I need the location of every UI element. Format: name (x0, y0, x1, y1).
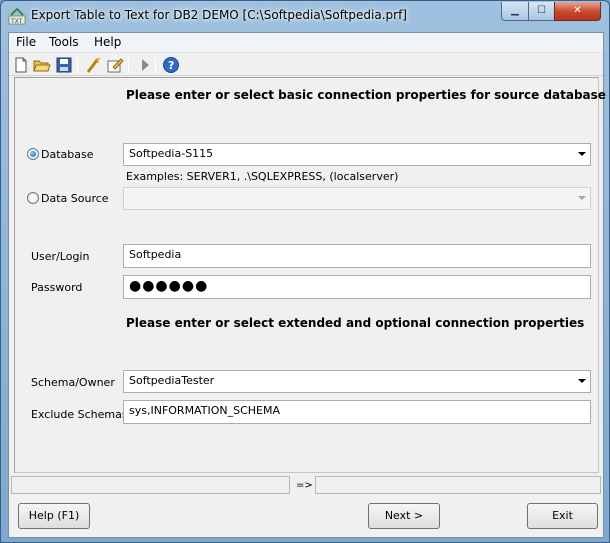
connection-panel: Please enter or select basic connection … (14, 77, 606, 473)
password-value: ●●●●●● (129, 278, 209, 294)
exclude-schemas-label: Exclude Schemas (31, 408, 128, 421)
new-file-icon[interactable] (12, 56, 30, 74)
extended-properties-heading: Please enter or select extended and opti… (126, 316, 585, 330)
datasource-label: Data Source (41, 192, 109, 205)
svg-text:TXT: TXT (10, 18, 23, 25)
chevron-down-icon[interactable] (578, 196, 586, 200)
toolbar-separator (155, 57, 156, 73)
database-combo[interactable]: Softpedia-S115 (123, 143, 591, 166)
exclude-schemas-value: sys,INFORMATION_SCHEMA (129, 404, 280, 417)
exclude-schemas-input[interactable]: sys,INFORMATION_SCHEMA (123, 400, 591, 424)
password-label: Password (31, 281, 83, 294)
minimize-button[interactable]: ▁ (501, 2, 529, 21)
close-button[interactable]: ✕ (554, 2, 601, 21)
user-input[interactable]: Softpedia (123, 244, 591, 268)
examples-hint: Examples: SERVER1, .\SQLEXPRESS, (locals… (126, 170, 399, 183)
minimize-icon: ▁ (511, 5, 519, 16)
close-icon: ✕ (573, 5, 582, 16)
open-folder-icon[interactable] (33, 56, 51, 74)
run-icon[interactable] (136, 56, 154, 74)
app-icon: TXT (8, 7, 26, 25)
toolbar-separator (77, 57, 78, 73)
wizard-icon[interactable] (84, 56, 102, 74)
database-value: Softpedia-S115 (129, 147, 214, 160)
schema-label: Schema/Owner (31, 376, 115, 389)
menu-file[interactable]: File (13, 35, 39, 49)
client-area: File Tools Help ? Please enter or select… (8, 32, 606, 538)
menu-help[interactable]: Help (91, 35, 124, 49)
datasource-radio[interactable] (27, 192, 39, 204)
next-button[interactable]: Next > (368, 503, 440, 529)
maximize-icon: ☐ (537, 5, 546, 16)
help-icon[interactable]: ? (162, 56, 180, 74)
database-label: Database (41, 148, 94, 161)
title-bar[interactable]: TXT Export Table to Text for DB2 DEMO [C… (1, 1, 609, 31)
schema-value: SoftpediaTester (129, 374, 215, 387)
svg-text:?: ? (168, 59, 174, 72)
status-strip: => (9, 476, 603, 496)
app-window: TXT Export Table to Text for DB2 DEMO [C… (0, 0, 610, 543)
status-left (11, 476, 290, 494)
maximize-button[interactable]: ☐ (528, 2, 555, 21)
basic-properties-heading: Please enter or select basic connection … (126, 88, 606, 102)
menu-bar: File Tools Help (9, 33, 603, 53)
exit-button[interactable]: Exit (527, 503, 598, 529)
toolbar-separator (128, 57, 129, 73)
chevron-down-icon[interactable] (578, 379, 586, 383)
window-title: Export Table to Text for DB2 DEMO [C:\So… (31, 8, 407, 22)
schema-combo[interactable]: SoftpediaTester (123, 370, 591, 393)
datasource-combo[interactable] (123, 187, 591, 210)
user-label: User/Login (31, 250, 90, 263)
database-radio[interactable] (27, 148, 39, 160)
user-value: Softpedia (129, 248, 182, 261)
edit-icon[interactable] (106, 56, 124, 74)
status-arrow: => (296, 480, 313, 491)
status-right (315, 476, 601, 494)
help-button[interactable]: Help (F1) (18, 503, 90, 529)
save-icon[interactable] (55, 56, 73, 74)
chevron-down-icon[interactable] (578, 152, 586, 156)
menu-tools[interactable]: Tools (46, 35, 82, 49)
password-input[interactable]: ●●●●●● (123, 275, 591, 299)
toolbar: ? (9, 54, 603, 76)
